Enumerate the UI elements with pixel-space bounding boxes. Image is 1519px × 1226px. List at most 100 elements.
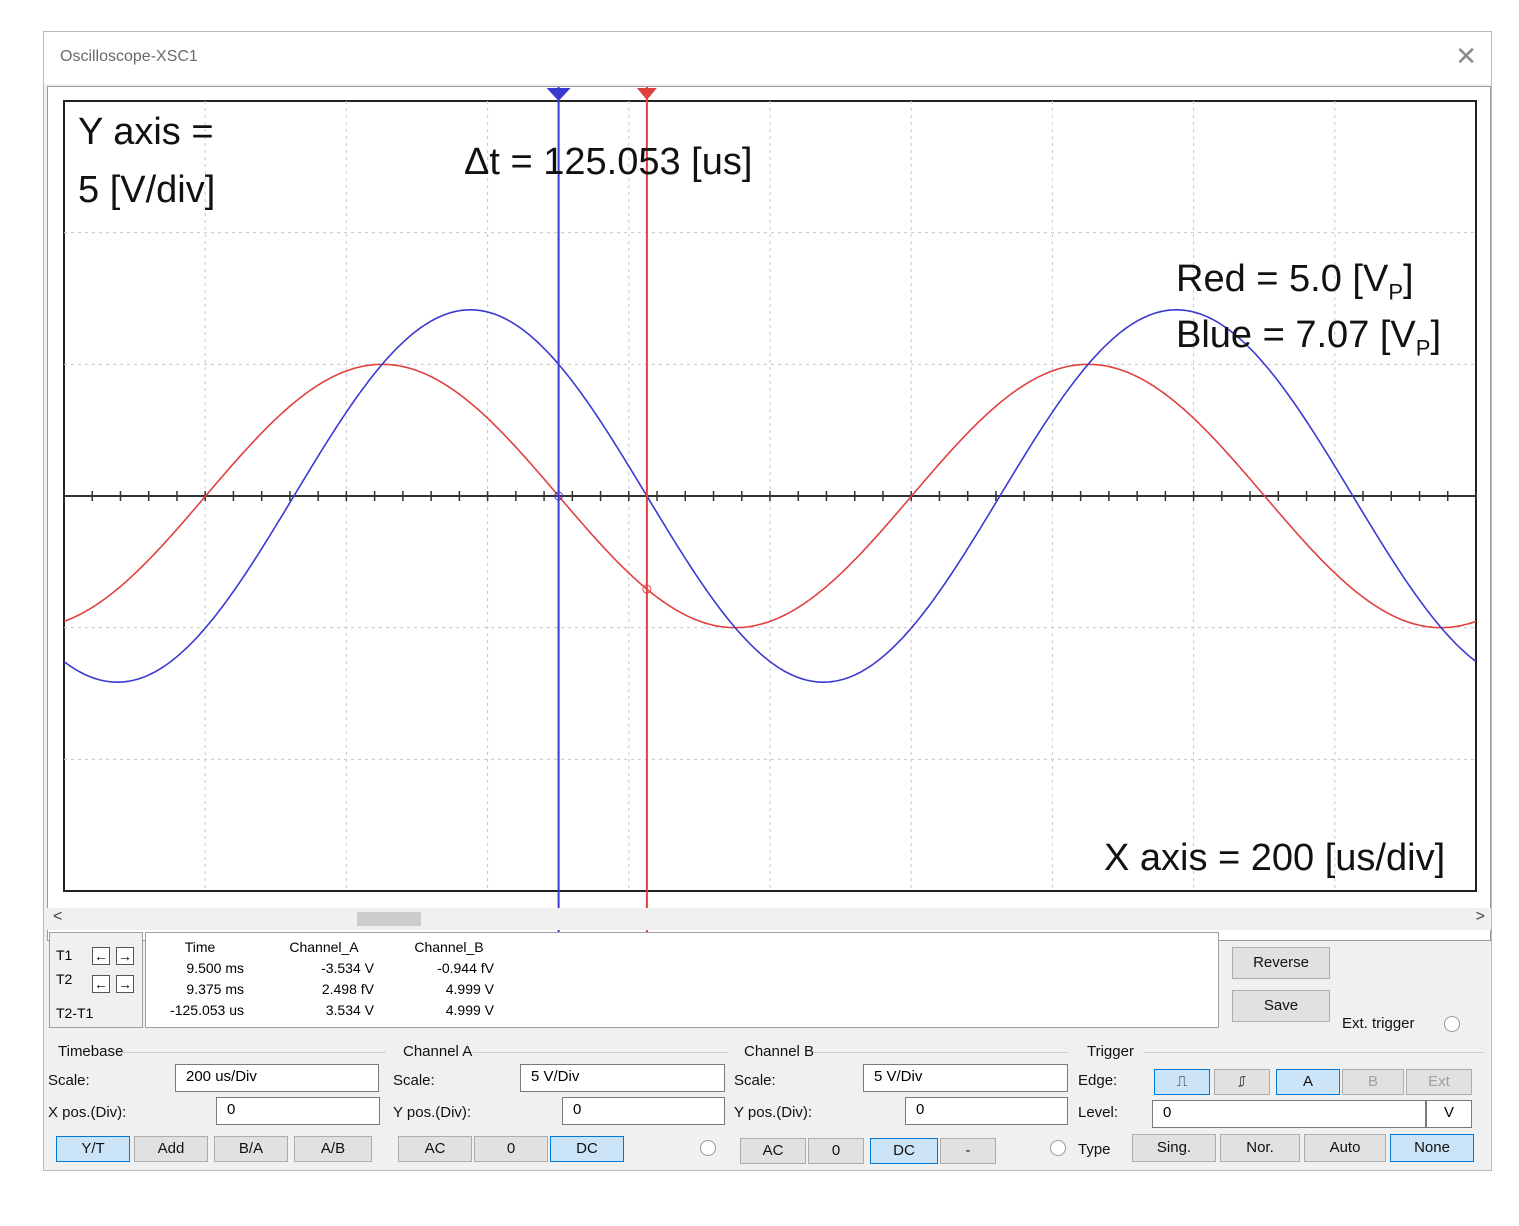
channel-b-separator (812, 1052, 1068, 1053)
cursor-t1-marker-icon (636, 88, 657, 100)
trigger-edge-label: Edge: (1078, 1072, 1118, 1089)
trigger-level-label: Level: (1078, 1104, 1119, 1121)
cursor-readout: Time 9.500 ms 9.375 ms -125.053 us Chann… (145, 932, 1219, 1028)
scroll-left-icon[interactable]: < (53, 908, 62, 926)
trigger-source-a-button[interactable]: A (1276, 1069, 1340, 1095)
channel-a-scale-label: Scale: (393, 1072, 435, 1089)
readout-channel-a-column: Channel_A -3.534 V 2.498 fV 3.534 V (274, 937, 374, 1021)
b-over-a-button[interactable]: B/A (214, 1136, 288, 1162)
readout-header-channel-b: Channel_B (414, 939, 484, 955)
t1-left-arrow-icon[interactable]: ← (92, 947, 110, 965)
scroll-thumb[interactable] (357, 912, 421, 926)
readout-channel-b-column: Channel_B -0.944 fV 4.999 V 4.999 V (404, 937, 494, 1021)
channel-a-dc-button[interactable]: DC (550, 1136, 624, 1162)
channel-b-dc-button[interactable]: DC (870, 1138, 938, 1164)
y-axis-line2: 5 [V/div] (78, 169, 216, 211)
readout-t2-channel-a: 2.498 fV (321, 981, 374, 997)
channel-b-invert-button[interactable]: - (940, 1138, 996, 1164)
title-bar: Oscilloscope-XSC1 ✕ (44, 32, 1491, 84)
channel-b-scale-field[interactable]: 5 V/Div (863, 1064, 1068, 1092)
trigger-type-label: Type (1078, 1141, 1111, 1158)
channel-b-zero-button[interactable]: 0 (808, 1138, 864, 1164)
trigger-source-b-button[interactable]: B (1342, 1069, 1404, 1095)
readout-t1-channel-b: -0.944 fV (437, 960, 494, 976)
readout-t1-time: 9.500 ms (186, 960, 244, 976)
t2-right-arrow-icon[interactable]: → (116, 975, 134, 993)
timebase-title: Timebase (58, 1043, 124, 1060)
readout-time-column: Time 9.500 ms 9.375 ms -125.053 us (146, 937, 244, 1021)
readout-t2-channel-b: 4.999 V (445, 981, 494, 997)
ext-trigger-radio[interactable] (1444, 1016, 1460, 1032)
falling-edge-button[interactable]: ⎎ (1214, 1069, 1270, 1095)
y-axis-line1: Y axis = (78, 111, 214, 153)
yt-button[interactable]: Y/T (56, 1136, 130, 1162)
channel-a-title: Channel A (403, 1043, 473, 1060)
t2-t1-label: T2-T1 (56, 1005, 94, 1021)
scope-display (63, 87, 1477, 940)
oscilloscope-window: Oscilloscope-XSC1 ✕ Y axis = 5 [V/div] Δ… (43, 31, 1492, 1171)
timebase-xpos-label: X pos.(Div): (48, 1104, 127, 1121)
readout-diff-channel-a: 3.534 V (325, 1002, 374, 1018)
x-axis-annotation: X axis = 200 [us/div] (1104, 837, 1446, 879)
t1-label: T1 (56, 947, 73, 963)
falling-edge-icon: ⎎ (1238, 1073, 1246, 1090)
trigger-level-field[interactable]: 0 (1152, 1100, 1426, 1128)
channel-a-separator (470, 1052, 728, 1053)
red-peak-sub: P (1388, 279, 1403, 305)
channel-b-scale-label: Scale: (734, 1072, 776, 1089)
scroll-right-icon[interactable]: > (1476, 908, 1485, 926)
cursor-t2-marker-icon (546, 88, 571, 101)
trigger-auto-button[interactable]: Auto (1304, 1134, 1386, 1162)
channel-a-zero-button[interactable]: 0 (474, 1136, 548, 1162)
save-button[interactable]: Save (1232, 990, 1330, 1022)
readout-header-channel-a: Channel_A (289, 939, 359, 955)
readout-t2-time: 9.375 ms (186, 981, 244, 997)
t1-right-arrow-icon[interactable]: → (116, 947, 134, 965)
blue-peak-text: Blue = 7.07 [V (1176, 314, 1416, 356)
timebase-separator (116, 1052, 386, 1053)
channel-a-ypos-field[interactable]: 0 (562, 1097, 725, 1125)
trigger-separator (1144, 1052, 1484, 1053)
timebase-xpos-field[interactable]: 0 (216, 1097, 380, 1125)
delta-t-annotation: Δt = 125.053 [us] (464, 141, 753, 183)
channel-b-title: Channel B (744, 1043, 815, 1060)
window-title: Oscilloscope-XSC1 (60, 48, 198, 65)
blue-peak-annotation: Blue = 7.07 [VP] (1176, 306, 1441, 378)
blue-peak-close: ] (1430, 314, 1442, 356)
timebase-scale-field[interactable]: 200 us/Div (175, 1064, 379, 1092)
channel-b-ac-button[interactable]: AC (740, 1138, 806, 1164)
channel-b-ypos-field[interactable]: 0 (905, 1097, 1068, 1125)
trigger-source-ext-button[interactable]: Ext (1406, 1069, 1472, 1095)
scope-screen: Y axis = 5 [V/div] Δt = 125.053 [us] Red… (47, 86, 1491, 941)
trigger-title: Trigger (1087, 1043, 1134, 1060)
t2-label: T2 (56, 971, 73, 987)
channel-b-radio[interactable] (1050, 1140, 1066, 1156)
cursor-controls: T1 ← → T2 ← → T2-T1 (49, 932, 143, 1028)
readout-header-time: Time (184, 939, 216, 955)
readout-diff-time: -125.053 us (170, 1002, 244, 1018)
add-button[interactable]: Add (134, 1136, 208, 1162)
rising-edge-button[interactable]: ⎍ (1154, 1069, 1210, 1095)
rising-edge-icon: ⎍ (1176, 1073, 1188, 1090)
channel-a-scale-field[interactable]: 5 V/Div (520, 1064, 725, 1092)
red-peak-close: ] (1403, 258, 1414, 300)
close-icon[interactable]: ✕ (1455, 41, 1477, 72)
readout-diff-channel-b: 4.999 V (445, 1002, 494, 1018)
trigger-normal-button[interactable]: Nor. (1220, 1134, 1300, 1162)
blue-peak-sub: P (1415, 335, 1431, 361)
channel-a-radio[interactable] (700, 1140, 716, 1156)
red-peak-text: Red = 5.0 [V (1176, 258, 1389, 300)
a-over-b-button[interactable]: A/B (294, 1136, 372, 1162)
horizontal-scrollbar[interactable]: < > (47, 908, 1491, 930)
trigger-level-unit[interactable]: V (1426, 1100, 1472, 1128)
ext-trigger-label: Ext. trigger (1342, 1015, 1415, 1032)
timebase-scale-label: Scale: (48, 1072, 90, 1089)
trigger-none-button[interactable]: None (1390, 1134, 1474, 1162)
trigger-single-button[interactable]: Sing. (1132, 1134, 1216, 1162)
t2-left-arrow-icon[interactable]: ← (92, 975, 110, 993)
channel-a-ac-button[interactable]: AC (398, 1136, 472, 1162)
readout-t1-channel-a: -3.534 V (321, 960, 374, 976)
reverse-button[interactable]: Reverse (1232, 947, 1330, 979)
channel-a-ypos-label: Y pos.(Div): (393, 1104, 472, 1121)
channel-b-ypos-label: Y pos.(Div): (734, 1104, 813, 1121)
